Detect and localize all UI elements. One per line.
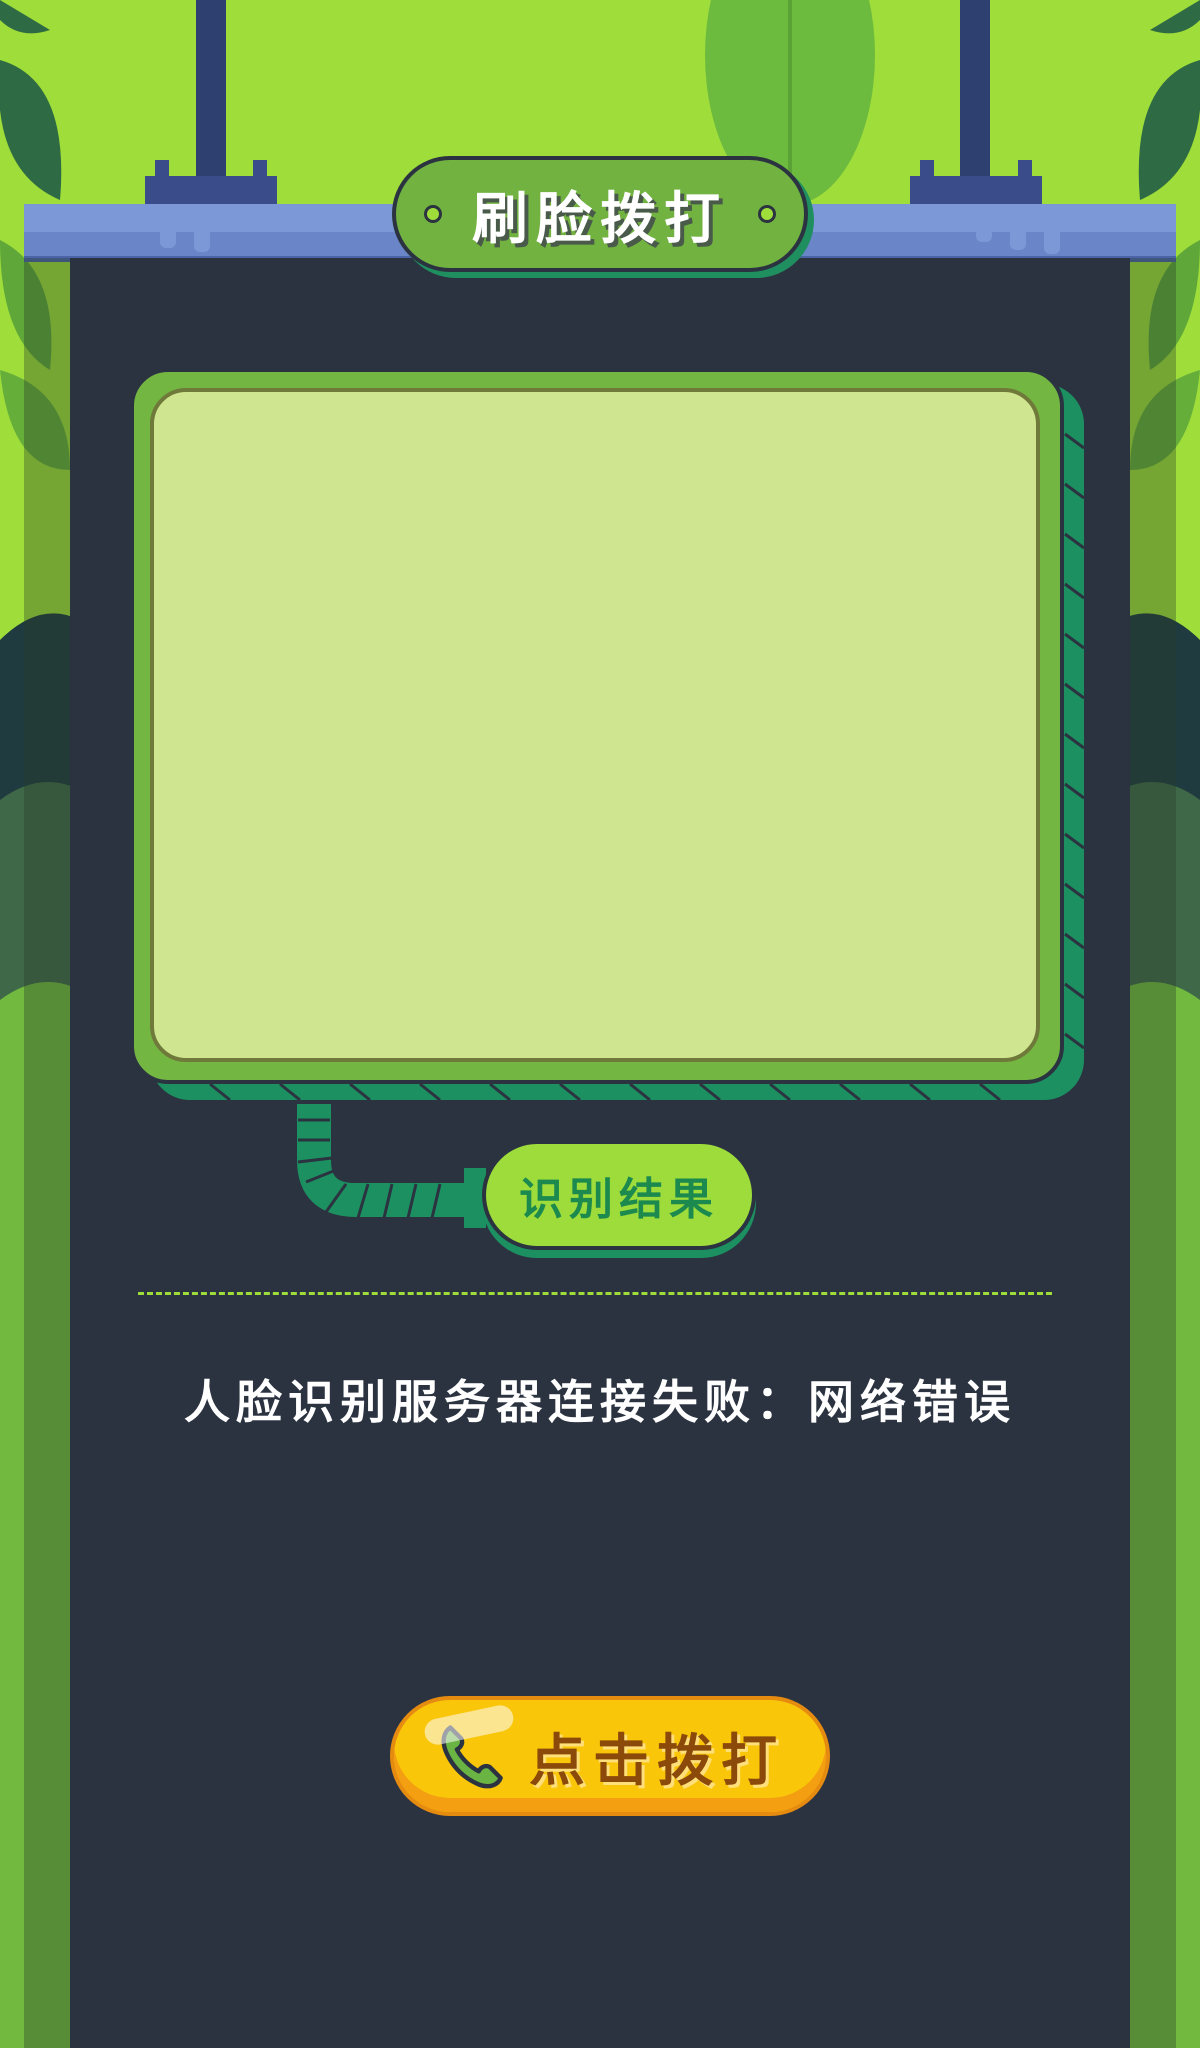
camera-preview <box>150 388 1040 1062</box>
status-message: 人脸识别服务器连接失败：网络错误 <box>184 1375 1016 1429</box>
call-button-label: 点击拨打 <box>529 1728 785 1794</box>
result-badge: 识别结果 <box>482 1140 756 1250</box>
page-title: 刷脸拨打 <box>472 186 728 252</box>
phone-icon <box>441 1725 503 1789</box>
pipe-connector <box>297 1104 486 1228</box>
panel-side-left <box>24 258 70 2048</box>
rail-drips-left <box>160 228 210 252</box>
result-label: 识别结果 <box>519 1174 719 1225</box>
rail-drips-right <box>976 228 1060 254</box>
divider <box>138 1292 1052 1295</box>
call-button[interactable]: 点击拨打 <box>390 1696 830 1816</box>
panel-side-right <box>1130 258 1176 2048</box>
title-badge: 刷脸拨打 <box>392 156 808 272</box>
title-dot-right <box>758 205 776 223</box>
title-dot-left <box>424 205 442 223</box>
